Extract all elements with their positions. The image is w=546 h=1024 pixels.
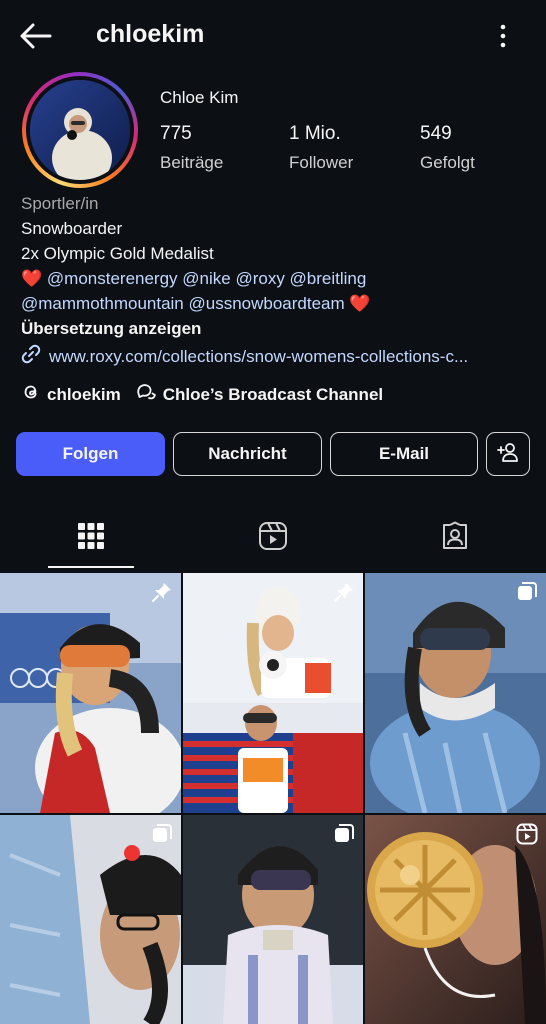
profile-username: chloekim [96,20,205,48]
active-tab-indicator [48,566,134,568]
tab-tagged[interactable] [412,514,498,562]
tab-reels[interactable] [230,514,316,562]
stat-value: 775 [160,123,192,144]
stat-followers[interactable]: 1 Mio. Follower [289,123,353,173]
story-ring[interactable] [22,72,138,188]
pin-icon [333,581,355,608]
stat-value: 1 Mio. [289,123,341,144]
translate-link[interactable]: Übersetzung anzeigen [21,319,201,339]
heart-emoji: ❤️ [349,294,371,313]
post-tile[interactable] [0,815,181,1024]
stat-following[interactable]: 549 Gefolgt [420,123,475,173]
add-person-icon [496,441,520,468]
top-bar: chloekim [0,0,546,72]
suggested-users-button[interactable] [486,432,530,476]
follow-button[interactable]: Folgen [16,432,165,476]
bio-mentions-link[interactable]: @mammothmountain @ussnowboardteam [21,294,345,313]
carousel-icon [333,823,355,850]
more-options-icon[interactable] [488,20,518,52]
stat-label: Beiträge [160,153,224,172]
stat-posts[interactable]: 775 Beiträge [160,123,223,173]
reel-icon [516,823,538,850]
post-tile[interactable] [365,573,546,813]
link-icon [21,344,41,369]
post-tile[interactable] [183,815,363,1024]
email-button[interactable]: E-Mail [330,432,478,476]
stat-value: 549 [420,123,452,144]
broadcast-channel-name: Chloe’s Broadcast Channel [162,384,384,404]
heart-emoji: ❤️ [21,269,43,288]
avatar[interactable] [30,80,130,180]
carousel-icon [516,581,538,608]
profile-category: Sportler/in [21,194,99,213]
external-link[interactable]: www.roxy.com/collections/snow-womens-col… [21,344,468,369]
bio-line: 2x Olympic Gold Medalist [21,244,214,263]
message-button[interactable]: Nachricht [173,432,322,476]
carousel-icon [151,823,173,850]
external-link-text: www.roxy.com/collections/snow-womens-col… [49,346,469,366]
bio-line: Snowboarder [21,219,123,238]
threads-icon [21,382,41,407]
post-tile[interactable] [0,573,181,813]
pin-icon [151,581,173,608]
bio-mentions-link[interactable]: @monsterenergy @nike @roxy @breitling [47,269,366,288]
post-tile[interactable] [183,573,363,813]
tagged-icon [440,521,470,556]
back-arrow-icon[interactable] [18,20,54,52]
bio-mentions: @mammothmountain @ussnowboardteam ❤️ [21,294,371,314]
post-tile[interactable] [365,815,546,1024]
broadcast-channel-link[interactable]: Chloe’s Broadcast Channel [135,382,383,407]
broadcast-channel-icon [135,382,157,407]
profile-full-name: Chloe Kim [160,88,239,107]
social-links: chloekim Chloe’s Broadcast Channel [21,382,383,407]
stat-label: Gefolgt [420,153,475,172]
bio-mentions: ❤️ @monsterenergy @nike @roxy @breitling [21,269,366,289]
stat-label: Follower [289,153,354,172]
threads-link[interactable]: chloekim [21,382,121,407]
tab-posts-grid[interactable] [48,514,134,562]
reels-icon [258,521,288,556]
threads-handle: chloekim [47,384,121,404]
grid-icon [78,522,104,554]
